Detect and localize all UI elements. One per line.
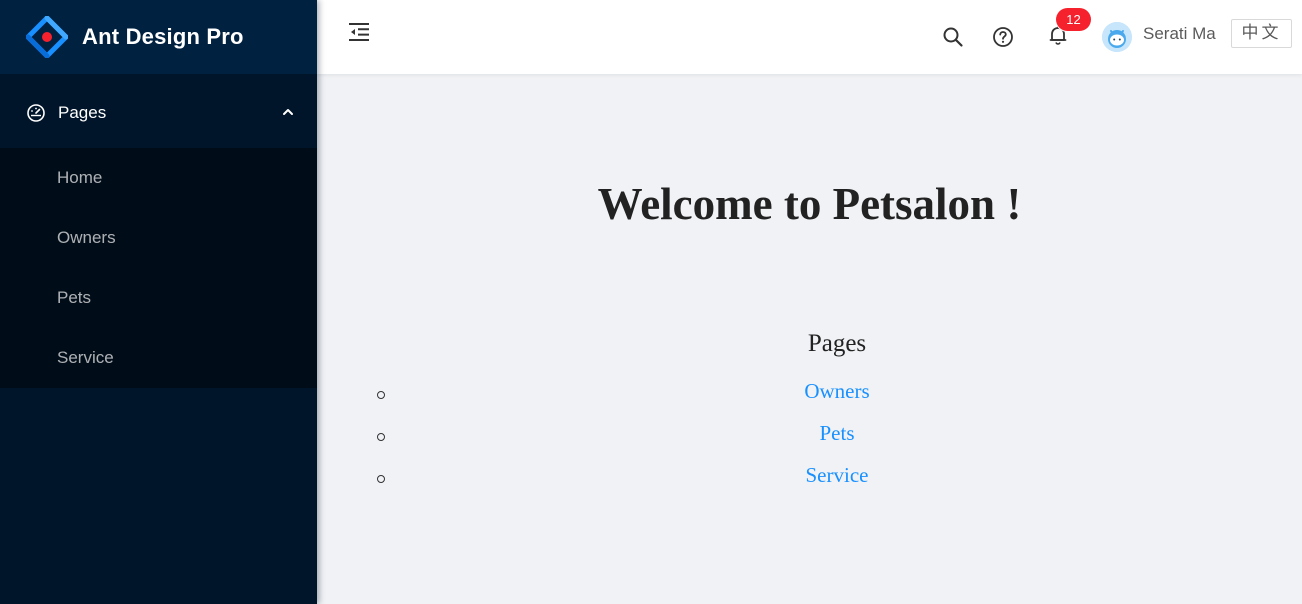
service-link[interactable]: Service [806,463,869,487]
sidebar-submenu: Home Owners Pets Service [0,148,317,388]
top-header: 12 Serati Ma 中文 [317,0,1302,74]
sidebar-item-service[interactable]: Service [0,328,317,388]
sidebar-item-label: Owners [57,228,116,247]
pets-link[interactable]: Pets [819,421,854,445]
list-item: Pets [375,421,1299,463]
sidebar-item-label: Pets [57,288,92,307]
sidebar-item-home[interactable]: Home [0,148,317,208]
logo[interactable]: Ant Design Pro [0,0,317,74]
question-circle-icon[interactable] [992,26,1014,48]
app-root: Ant Design Pro Pages Home Owners Pets Se… [0,0,1302,604]
notification-count-badge: 12 [1056,8,1091,31]
pages-link-list: Owners Pets Service [375,379,1299,505]
owners-link[interactable]: Owners [804,379,869,403]
sidebar: Ant Design Pro Pages Home Owners Pets Se… [0,0,317,604]
ant-design-logo-icon [26,16,68,58]
menu-fold-icon[interactable] [347,20,371,44]
main-content: Welcome to Petsalon ! Pages Owners Pets … [317,74,1302,604]
language-switch-button[interactable]: 中文 [1231,19,1292,48]
sidebar-group-label: Pages [58,103,107,122]
search-icon[interactable] [942,26,964,48]
sidebar-item-label: Home [57,168,103,187]
sidebar-item-pets[interactable]: Pets [0,268,317,328]
app-title: Ant Design Pro [82,24,244,49]
pages-heading: Pages [807,330,867,357]
sidebar-item-owners[interactable]: Owners [0,208,317,268]
user-avatar[interactable] [1102,22,1132,52]
avatar-icon [1102,22,1132,52]
sidebar-group-pages[interactable]: Pages [0,78,317,148]
list-item: Service [375,463,1299,505]
side-menu: Pages Home Owners Pets Service [0,78,317,388]
dashboard-icon [26,103,46,123]
page-title: Welcome to Petsalon ! [597,179,1022,229]
user-name[interactable]: Serati Ma [1143,24,1216,44]
list-item: Owners [375,379,1299,421]
sidebar-item-label: Service [57,348,114,367]
chevron-up-icon [283,109,293,115]
